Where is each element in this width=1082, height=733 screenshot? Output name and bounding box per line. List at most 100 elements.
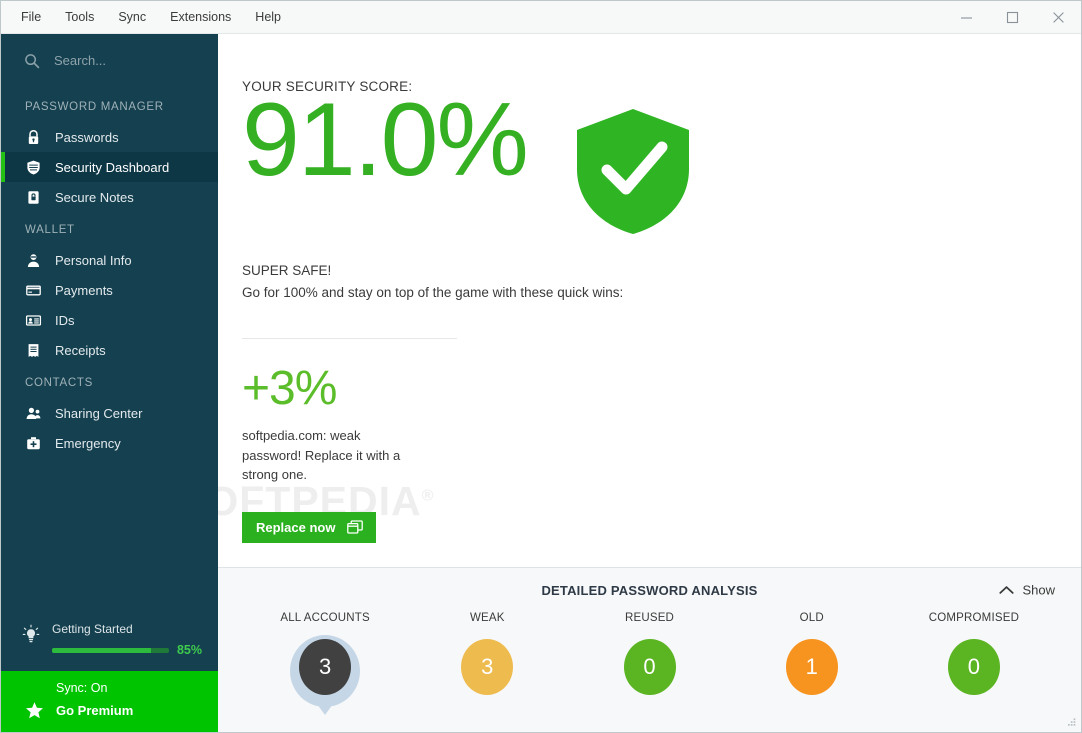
sidebar-item-sharing-center[interactable]: Sharing Center <box>1 398 218 428</box>
minimize-button[interactable] <box>943 1 989 33</box>
close-icon <box>1052 11 1064 23</box>
stat-label: OLD <box>799 612 824 624</box>
menu-item-help[interactable]: Help <box>243 5 293 30</box>
search-input[interactable] <box>54 53 194 68</box>
replace-now-label: Replace now <box>256 519 336 535</box>
section-divider <box>242 338 457 339</box>
stat-bubble[interactable]: 0 <box>947 639 1000 695</box>
status-subtext: Go for 100% and stay on top of the game … <box>242 285 624 300</box>
id-card-icon <box>25 314 42 326</box>
main-content: SOFTPEDIA® YOUR SECURITY SCORE: 91.0% SU… <box>218 34 1081 732</box>
sidebar-item-label: Payments <box>55 282 113 298</box>
sidebar-item-personal-info[interactable]: Personal Info <box>1 245 218 275</box>
sidebar-item-emergency[interactable]: Emergency <box>1 428 218 458</box>
analysis-stats: ALL ACCOUNTS 3 WEAK 3 REUSED 0 OLD 1 COM… <box>218 612 1081 707</box>
getting-started-body: Getting Started 85% <box>52 622 202 657</box>
detailed-password-analysis-panel: DETAILED PASSWORD ANALYSIS Show ALL ACCO… <box>218 567 1081 732</box>
menu-item-file[interactable]: File <box>9 5 53 30</box>
show-toggle-button[interactable]: Show <box>999 583 1055 598</box>
nav-group-wallet-title: WALLET <box>25 224 75 236</box>
stat-reused[interactable]: REUSED 0 <box>568 612 730 705</box>
replace-now-button[interactable]: Replace now <box>242 511 377 543</box>
sidebar-item-ids[interactable]: IDs <box>1 305 218 335</box>
stat-label: WEAK <box>469 612 505 624</box>
getting-started-progress-row: 85% <box>52 643 202 657</box>
open-window-icon <box>347 520 364 534</box>
sidebar-item-label: Security Dashboard <box>55 159 170 175</box>
go-premium-button[interactable]: Go Premium <box>1 701 218 720</box>
sidebar-item-passwords[interactable]: Passwords <box>1 122 218 152</box>
window-body: PASSWORD MANAGER Passwords <box>1 34 1081 732</box>
sidebar-item-receipts[interactable]: Receipts <box>1 335 218 365</box>
tip-gain-value: +3% <box>242 362 337 415</box>
application-window: File Tools Sync Extensions Help Search..… <box>0 0 1082 733</box>
sidebar-item-label: Personal Info <box>55 252 132 268</box>
credit-card-icon <box>26 285 41 295</box>
analysis-title: DETAILED PASSWORD ANALYSIS <box>541 582 758 598</box>
sidebar-item-secure-notes[interactable]: Secure Notes <box>1 182 218 212</box>
getting-started-percent: 85% <box>176 643 202 657</box>
stat-bubble-wrap: 3 <box>447 635 527 705</box>
getting-started-widget[interactable]: Getting Started 85% <box>1 622 218 671</box>
star-icon <box>26 702 43 719</box>
people-icon <box>26 407 41 419</box>
sidebar-item-payments[interactable]: Payments <box>1 275 218 305</box>
stat-bubble-wrap: 0 <box>934 635 1014 705</box>
nav-group-password-manager-title: PASSWORD MANAGER <box>25 101 164 113</box>
note-lock-icon <box>28 190 39 204</box>
stat-label: COMPROMISED <box>928 612 1020 624</box>
sidebar-item-label: Sharing Center <box>55 405 143 421</box>
sync-status: Sync: On <box>56 681 108 695</box>
window-controls <box>943 1 1081 33</box>
resize-grip-icon[interactable] <box>1065 716 1077 728</box>
watermark-registered-mark: ® <box>421 487 435 505</box>
menu-bar: File Tools Sync Extensions Help <box>1 1 293 33</box>
security-score-panel: SOFTPEDIA® YOUR SECURITY SCORE: 91.0% SU… <box>218 34 1081 567</box>
sidebar-item-label: IDs <box>55 312 75 328</box>
menu-item-sync[interactable]: Sync <box>106 5 158 30</box>
first-aid-kit-icon <box>27 436 40 449</box>
search-bar[interactable] <box>1 34 218 87</box>
sidebar-item-label: Receipts <box>55 342 106 358</box>
title-bar: File Tools Sync Extensions Help <box>1 1 1081 34</box>
stat-bubble[interactable]: 0 <box>623 639 676 695</box>
status-headline: SUPER SAFE! <box>242 263 332 278</box>
search-icon <box>25 53 40 68</box>
shield-check-icon <box>576 109 689 234</box>
go-premium-label: Go Premium <box>56 703 134 718</box>
stat-label: REUSED <box>624 612 675 624</box>
sidebar: PASSWORD MANAGER Passwords <box>1 34 218 732</box>
sidebar-item-security-dashboard[interactable]: Security Dashboard <box>1 152 218 182</box>
person-icon <box>27 253 40 267</box>
show-toggle-label: Show <box>1022 582 1055 598</box>
close-button[interactable] <box>1035 1 1081 33</box>
analysis-header: DETAILED PASSWORD ANALYSIS Show <box>218 568 1081 612</box>
sidebar-item-label: Passwords <box>55 129 119 145</box>
lock-icon <box>28 129 39 144</box>
maximize-icon <box>1006 11 1018 23</box>
getting-started-progress-fill <box>52 647 152 653</box>
stat-weak[interactable]: WEAK 3 <box>406 612 568 705</box>
stat-all-accounts[interactable]: ALL ACCOUNTS 3 <box>244 612 406 707</box>
title-bar-drag-region <box>293 1 943 33</box>
premium-footer: Sync: On Go Premium <box>1 671 218 732</box>
stat-bubble-wrap: 1 <box>772 635 852 705</box>
menu-item-extensions[interactable]: Extensions <box>158 5 243 30</box>
sidebar-item-label: Emergency <box>55 435 121 451</box>
stat-bubble-wrap: 0 <box>610 635 690 705</box>
score-row: 91.0% <box>242 88 1081 241</box>
menu-item-tools[interactable]: Tools <box>53 5 106 30</box>
stat-bubble[interactable]: 1 <box>785 639 838 695</box>
stat-old[interactable]: OLD 1 <box>731 612 893 705</box>
stat-bubble[interactable]: 3 <box>299 639 352 695</box>
maximize-button[interactable] <box>989 1 1035 33</box>
lightbulb-icon <box>22 624 40 643</box>
stat-bubble[interactable]: 3 <box>461 639 514 695</box>
stat-label: ALL ACCOUNTS <box>280 612 370 624</box>
sidebar-nav: PASSWORD MANAGER Passwords Security Dash… <box>1 87 218 622</box>
tip-description: softpedia.com: weak password! Replace it… <box>242 428 401 482</box>
stat-compromised[interactable]: COMPROMISED 0 <box>893 612 1055 705</box>
getting-started-progress-bar <box>52 647 169 653</box>
stat-bubble-wrap: 3 <box>285 635 365 707</box>
